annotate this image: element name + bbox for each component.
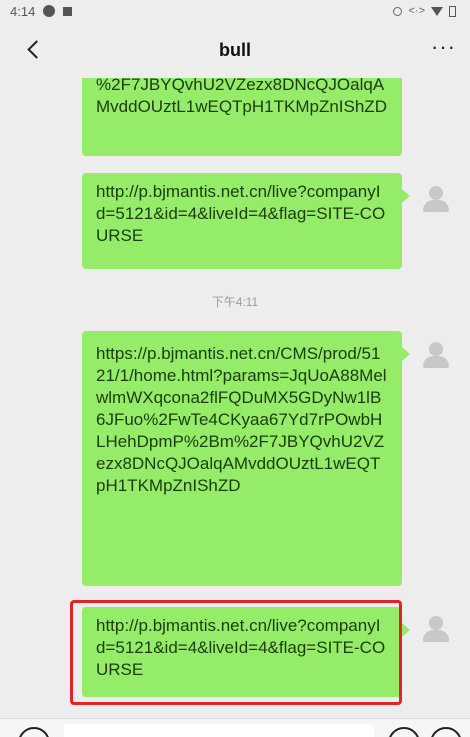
avatar[interactable] <box>416 336 456 376</box>
status-bar: 4:14 <·> <box>0 0 470 22</box>
input-bar <box>0 718 470 737</box>
message-text: http://p.bjmantis.net.cn/live?companyId=… <box>96 182 386 245</box>
back-button[interactable] <box>18 34 48 64</box>
back-arrow-icon <box>26 39 46 59</box>
plus-icon[interactable] <box>430 727 462 737</box>
message-bubble[interactable]: https://p.bjmantis.net.cn/CMS/prod/5121/… <box>82 331 410 586</box>
chat-screen: 4:14 <·> bull ··· %2F7JBYQvhU2VZezx8DNcQ… <box>0 0 470 737</box>
avatar[interactable] <box>416 610 456 650</box>
message-input[interactable] <box>64 724 374 737</box>
notification-icon <box>43 5 56 17</box>
voice-icon[interactable] <box>18 727 50 737</box>
message-text: https://p.bjmantis.net.cn/CMS/prod/5121/… <box>96 344 387 495</box>
message-text: http://p.bjmantis.net.cn/live?companyId=… <box>96 616 386 679</box>
title-bar: bull ··· <box>0 22 470 78</box>
message-list[interactable]: %2F7JBYQvhU2VZezx8DNcQJOalqAMvddOUztL1wE… <box>0 78 470 718</box>
app-notification-icon <box>63 6 73 16</box>
emoji-icon[interactable] <box>388 727 420 737</box>
message-text: %2F7JBYQvhU2VZezx8DNcQJOalqAMvddOUztL1wE… <box>96 78 387 116</box>
message-bubble-highlighted[interactable]: http://p.bjmantis.net.cn/live?companyId=… <box>82 607 410 697</box>
more-button[interactable]: ··· <box>431 36 456 58</box>
message-timestamp: 下午4:11 <box>211 295 259 309</box>
status-time: 4:14 <box>10 3 36 19</box>
chat-title: bull <box>219 39 251 60</box>
network-indicator: <·> <box>408 5 425 17</box>
signal-icon <box>431 6 443 16</box>
avatar[interactable] <box>416 180 456 220</box>
battery-icon <box>449 5 456 17</box>
message-bubble[interactable]: http://p.bjmantis.net.cn/live?companyId=… <box>82 173 410 269</box>
location-icon <box>393 6 403 16</box>
message-bubble[interactable]: %2F7JBYQvhU2VZezx8DNcQJOalqAMvddOUztL1wE… <box>82 78 402 156</box>
